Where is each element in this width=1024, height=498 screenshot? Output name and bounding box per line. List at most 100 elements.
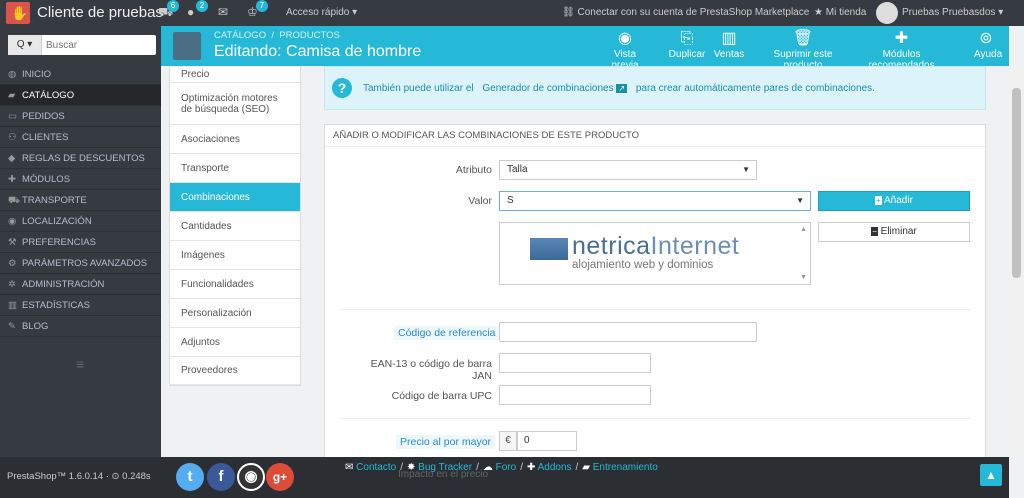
wholesale-price-input[interactable]: 0 <box>517 431 577 451</box>
sidebar-item-label: TRANSPORTE <box>22 195 87 206</box>
sidebar-item-10[interactable]: ⚙ PARÁMETROS AVANZADOS <box>0 253 161 274</box>
sidebar-item-7[interactable]: ⛟ TRANSPORTE <box>0 190 161 211</box>
collapse-menu-icon[interactable]: ≡ <box>76 356 84 372</box>
toolbar-button-3[interactable]: ▥ Ventas <box>711 29 747 65</box>
tab-9[interactable]: Personalización <box>170 299 300 328</box>
cog-icon: ✲ <box>8 279 16 290</box>
sidebar-item-13[interactable]: ✎ BLOG <box>0 316 161 337</box>
shop-name[interactable]: Cliente de pruebas <box>37 4 163 21</box>
toolbar-button-5[interactable]: ✚Módulos recomendados <box>852 29 951 71</box>
sidebar-item-label: REGLAS DE DESCUENTOS <box>22 153 145 164</box>
attribute-select[interactable]: Talla ▼ <box>499 160 757 180</box>
currency-prefix: € <box>499 431 517 451</box>
toolbar-button-6[interactable]: ⊚ Ayuda <box>974 29 1002 65</box>
sidebar-item-label: ADMINISTRACIÓN <box>22 279 105 290</box>
plus-icon: + <box>875 196 882 205</box>
sidebar-item-11[interactable]: ✲ ADMINISTRACIÓN <box>0 274 161 295</box>
footer-link-4[interactable]: ✚ Addons <box>527 462 572 473</box>
tab-10[interactable]: Adjuntos <box>170 328 300 357</box>
sidebar-item-12[interactable]: ▥ ESTADÍSTICAS <box>0 295 161 316</box>
reference-input[interactable] <box>499 322 757 342</box>
combination-generator-link[interactable]: Generador de combinaciones ↗ <box>482 83 628 94</box>
prestashop-logo[interactable]: ✋ <box>6 2 30 24</box>
sidebar-item-1[interactable]: ◍ INICIO <box>0 64 161 85</box>
footer-link-1[interactable]: ✉ Contacto <box>345 462 396 473</box>
product-tabs: Precio Optimización motores de búsqueda (… <box>169 66 301 386</box>
scroll-up-icon: ▲ <box>800 226 807 233</box>
tab-1[interactable]: Precio <box>170 66 300 83</box>
trophy-notification[interactable]: ♔ 7 <box>247 0 269 21</box>
google-plus-icon[interactable]: g+ <box>266 463 294 491</box>
facebook-icon[interactable]: f <box>207 463 235 491</box>
toolbar-button-1[interactable]: ◉Vista previa <box>601 29 649 71</box>
tab-label: Asociaciones <box>181 133 240 145</box>
trophy-count-badge: 7 <box>256 0 268 12</box>
tab-4[interactable]: Transporte <box>170 154 300 183</box>
value-select[interactable]: S ▼ <box>499 191 811 211</box>
page-scrollbar[interactable] <box>1009 66 1024 456</box>
sidebar-item-3[interactable]: ▭ PEDIDOS <box>0 106 161 127</box>
toolbar-button-2[interactable]: ⎘ Duplicar <box>666 29 708 65</box>
tab-11[interactable]: Proveedores <box>170 357 300 385</box>
cart-notification[interactable]: ⛟ 6 <box>158 0 180 21</box>
github-icon[interactable]: ◉ <box>237 463 265 491</box>
sidebar-item-label: ESTADÍSTICAS <box>22 300 90 311</box>
breadcrumb-products[interactable]: PRODUCTOS <box>279 30 340 41</box>
user-menu[interactable]: Pruebas Pruebasdos ▾ <box>902 7 1003 18</box>
quick-access-dropdown[interactable]: Acceso rápido ▾ <box>286 7 357 18</box>
scroll-down-icon: ▼ <box>800 274 807 281</box>
my-shop-link[interactable]: ★ Mi tienda <box>814 7 866 18</box>
eye-icon: ◉ <box>618 30 632 47</box>
tab-8[interactable]: Funcionalidades <box>170 270 300 299</box>
tab-7[interactable]: Imágenes <box>170 241 300 270</box>
sidebar-item-label: MÓDULOS <box>22 174 71 185</box>
sidebar-item-9[interactable]: ⚒ PREFERENCIAS <box>0 232 161 253</box>
edit-icon: ✎ <box>8 321 16 332</box>
customer-notification[interactable]: ● 2 <box>187 0 209 21</box>
sidebar-item-6[interactable]: ✚ MÓDULOS <box>0 169 161 190</box>
alert-text-after: para crear automáticamente pares de comb… <box>635 83 875 94</box>
tab-label: Precio <box>181 68 210 80</box>
tab-6[interactable]: Cantidades <box>170 212 300 241</box>
tab-label: Funcionalidades <box>181 278 254 290</box>
twitter-icon[interactable]: t <box>176 463 204 491</box>
tab-2[interactable]: Optimización motores de búsqueda (SEO) <box>170 83 300 125</box>
message-notification[interactable]: ✉ <box>218 5 240 21</box>
upc-input[interactable] <box>499 385 651 405</box>
alert-text-before: También puede utilizar el <box>363 83 474 94</box>
quick-access-label: Acceso rápido <box>286 7 350 18</box>
toolbar-button-4[interactable]: 🗑Suprimir este producto <box>753 29 853 71</box>
avatar[interactable] <box>876 2 898 24</box>
breadcrumb: CATÁLOGO / PRODUCTOS <box>214 30 340 41</box>
upc-label: Código de barra UPC <box>391 390 492 402</box>
breadcrumb-catalog[interactable]: CATÁLOGO <box>214 30 266 41</box>
breadcrumb-separator: / <box>271 30 275 41</box>
search-input[interactable] <box>46 35 152 55</box>
scroll-top-button[interactable]: ▲ <box>980 464 1002 486</box>
scrollbar-thumb[interactable] <box>1012 88 1021 278</box>
tab-5[interactable]: Combinaciones <box>170 183 300 212</box>
top-header: ✋ Cliente de pruebas ⛟ 6 ● 2 ✉ ♔ 7 Acces… <box>0 0 1024 26</box>
sidebar-item-5[interactable]: ◆ REGLAS DE DESCUENTOS <box>0 148 161 169</box>
tab-3[interactable]: Asociaciones <box>170 125 300 154</box>
search-type-button[interactable]: Q ▾ <box>8 35 42 55</box>
caret-down-icon: ▾ <box>352 7 358 18</box>
sidebar-item-8[interactable]: ◉ LOCALIZACIÓN <box>0 211 161 232</box>
footer-link-5[interactable]: ▰ Entrenamiento <box>582 462 658 473</box>
sidebar-item-2[interactable]: ▰ CATÁLOGO <box>0 85 161 106</box>
sidebar-item-label: PREFERENCIAS <box>22 237 96 248</box>
chart-icon: ▥ <box>721 30 737 47</box>
tab-label: Proveedores <box>181 365 238 376</box>
lifebuoy-icon: ⊚ <box>979 30 993 47</box>
netrica-watermark: netricaInternet alojamiento web y domini… <box>530 232 770 276</box>
ean-input[interactable] <box>499 353 651 373</box>
question-icon: ? <box>332 78 352 98</box>
sidebar-item-4[interactable]: ⚇ CLIENTES <box>0 127 161 148</box>
sidebar-item-label: BLOG <box>22 321 49 332</box>
search-box: Q ▾ <box>8 35 156 55</box>
marketplace-link[interactable]: ⛓ Conectar con su cuenta de PrestaShop M… <box>562 7 809 18</box>
add-button[interactable]: + Añadir <box>818 191 970 211</box>
delete-button[interactable]: − Eliminar <box>818 222 970 242</box>
caret-down-icon: ▼ <box>742 165 750 174</box>
divider <box>340 418 970 419</box>
